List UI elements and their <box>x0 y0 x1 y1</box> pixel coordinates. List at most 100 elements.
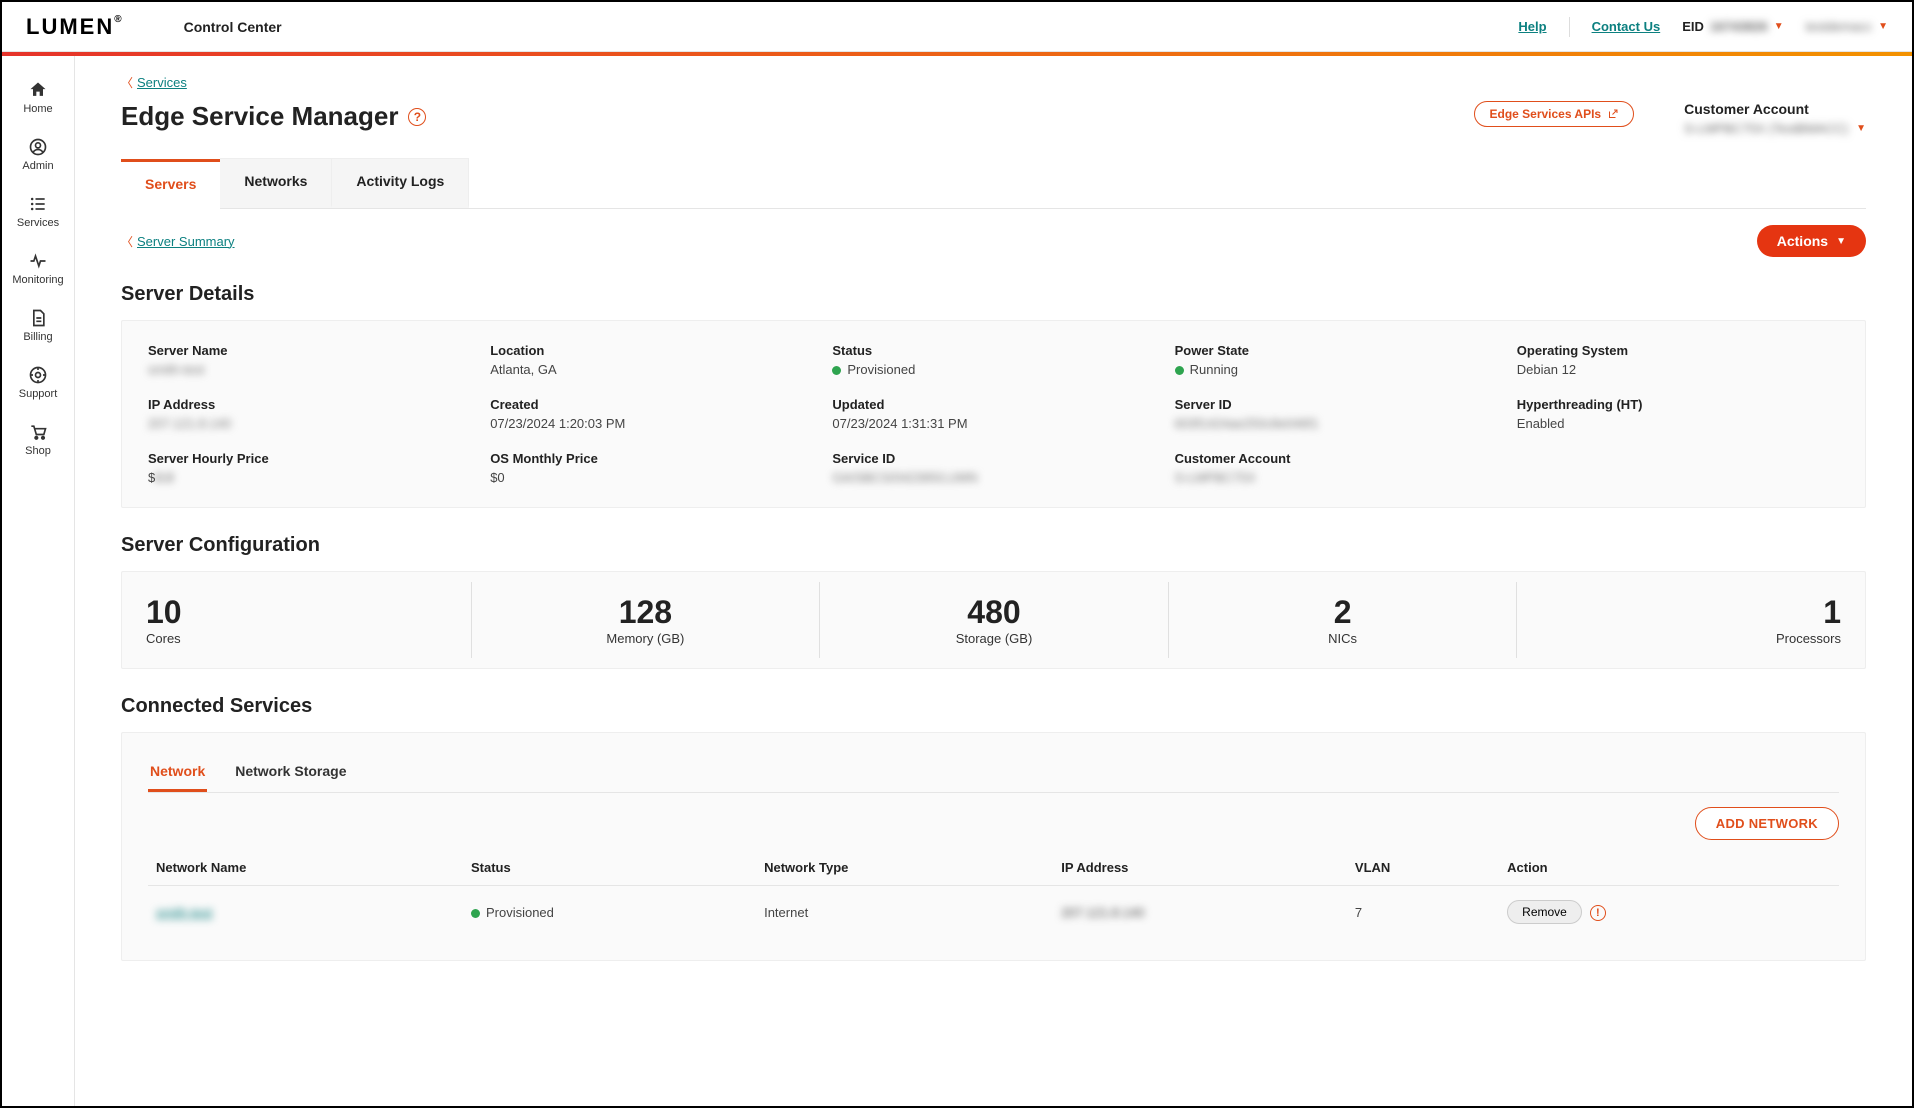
file-icon <box>28 308 48 328</box>
detail-label: OS Monthly Price <box>490 451 812 466</box>
support-icon <box>28 365 48 385</box>
sidebar-item-home[interactable]: Home <box>2 70 74 127</box>
detail-value: 603f1424ae250c8e046f1 <box>1175 416 1497 431</box>
config-cell: 128Memory (GB) <box>471 582 820 658</box>
chevron-down-icon: ▼ <box>1774 21 1784 32</box>
detail-label: Server ID <box>1175 397 1497 412</box>
status-dot-icon <box>832 366 841 375</box>
table-header: Action <box>1499 850 1839 886</box>
detail-value: 207.121.8.140 <box>148 416 470 431</box>
detail-cell: Created 07/23/2024 1:20:03 PM <box>490 397 812 431</box>
status-dot-icon <box>471 909 480 918</box>
detail-value: Enabled <box>1517 416 1839 431</box>
eid-dropdown[interactable]: EID 16743826 ▼ <box>1682 19 1783 34</box>
sidebar-item-services[interactable]: Services <box>2 184 74 241</box>
detail-cell: Server Name smith-test <box>148 343 470 377</box>
customer-account-label: Customer Account <box>1684 101 1866 117</box>
logo: LUMEN® <box>26 14 124 40</box>
detail-value: GA/SBCS/042395/LUMN <box>832 470 1154 485</box>
detail-label: Hyperthreading (HT) <box>1517 397 1839 412</box>
server-details-title: Server Details <box>121 283 1866 306</box>
detail-cell: Server ID 603f1424ae250c8e046f1 <box>1175 397 1497 431</box>
sidebar-item-support[interactable]: Support <box>2 355 74 412</box>
config-value: 480 <box>844 594 1144 631</box>
detail-value: smith-test <box>148 362 470 377</box>
table-header: IP Address <box>1053 850 1347 886</box>
detail-value: Provisioned <box>832 362 1154 377</box>
server-details-card: Server Namesmith-testLocationAtlanta, GA… <box>121 320 1866 508</box>
detail-label: Created <box>490 397 812 412</box>
detail-label: Operating System <box>1517 343 1839 358</box>
list-icon <box>28 194 48 214</box>
config-label: Storage (GB) <box>844 631 1144 646</box>
table-header: VLAN <box>1347 850 1499 886</box>
table-row: smith-testProvisionedInternet207.121.8.1… <box>148 886 1839 939</box>
config-cell: 10Cores <box>122 582 471 658</box>
tab-networks[interactable]: Networks <box>220 158 332 208</box>
detail-value: S-LMPBC75X <box>1175 470 1497 485</box>
detail-value: Running <box>1175 362 1497 377</box>
config-value: 10 <box>146 594 447 631</box>
actions-button[interactable]: Actions ▼ <box>1757 225 1866 257</box>
detail-cell: Operating SystemDebian 12 <box>1517 343 1839 377</box>
contact-link[interactable]: Contact Us <box>1592 19 1661 34</box>
add-network-button[interactable]: ADD NETWORK <box>1695 807 1839 840</box>
detail-cell: Updated07/23/2024 1:31:31 PM <box>832 397 1154 431</box>
detail-cell: StatusProvisioned <box>832 343 1154 377</box>
warning-icon[interactable]: ! <box>1590 905 1606 921</box>
customer-account-dropdown[interactable]: S-LMPBC75X (TestBMACC) ▼ <box>1684 121 1866 136</box>
user-circle-icon <box>28 137 48 157</box>
chevron-down-icon: ▼ <box>1856 123 1866 134</box>
network-table: Network NameStatusNetwork TypeIP Address… <box>148 850 1839 938</box>
status-dot-icon <box>1175 366 1184 375</box>
connected-services-card: Network Network Storage ADD NETWORK Netw… <box>121 732 1866 961</box>
detail-cell: IP Address207.121.8.140 <box>148 397 470 431</box>
config-label: Cores <box>146 631 447 646</box>
breadcrumb[interactable]: 〈 Services <box>121 74 187 91</box>
inner-tab-network[interactable]: Network <box>148 755 207 792</box>
detail-label: Service ID <box>832 451 1154 466</box>
sidebar-item-billing[interactable]: Billing <box>2 298 74 355</box>
detail-label: Power State <box>1175 343 1497 358</box>
chevron-left-icon: 〈 <box>121 233 133 250</box>
edge-apis-button[interactable]: Edge Services APIs <box>1474 101 1634 127</box>
tab-activity-logs[interactable]: Activity Logs <box>332 158 469 208</box>
table-header: Network Type <box>756 850 1053 886</box>
config-cell: 480Storage (GB) <box>819 582 1168 658</box>
chevron-left-icon: 〈 <box>121 74 133 91</box>
chevron-down-icon: ▼ <box>1836 236 1846 247</box>
config-value: 1 <box>1541 594 1841 631</box>
connected-services-title: Connected Services <box>121 695 1866 718</box>
home-icon <box>28 80 48 100</box>
config-cell: 2NICs <box>1168 582 1517 658</box>
chevron-down-icon: ▼ <box>1878 21 1888 32</box>
detail-label: Customer Account <box>1175 451 1497 466</box>
detail-value: 07/23/2024 1:20:03 PM <box>490 416 812 431</box>
sidebar-item-shop[interactable]: Shop <box>2 412 74 469</box>
user-dropdown[interactable]: testdemacc ▼ <box>1806 19 1888 34</box>
sub-breadcrumb[interactable]: 〈 Server Summary <box>121 233 235 250</box>
table-header: Status <box>463 850 756 886</box>
server-config-title: Server Configuration <box>121 534 1866 557</box>
tab-servers[interactable]: Servers <box>121 159 220 209</box>
config-label: NICs <box>1193 631 1493 646</box>
sidebar: Home Admin Services Monitoring Billing S… <box>2 56 75 1106</box>
network-name-link[interactable]: smith-test <box>156 905 212 920</box>
detail-cell: Server Hourly Price$0.0 <box>148 451 470 485</box>
config-cell: 1Processors <box>1516 582 1865 658</box>
help-link[interactable]: Help <box>1518 19 1546 34</box>
inner-tab-network-storage[interactable]: Network Storage <box>233 755 348 792</box>
detail-value: Atlanta, GA <box>490 362 812 377</box>
detail-value: $0.0 <box>148 470 470 485</box>
config-value: 128 <box>496 594 796 631</box>
detail-cell: Customer Account S-LMPBC75X <box>1175 451 1497 485</box>
detail-label: Server Name <box>148 343 470 358</box>
help-icon[interactable]: ? <box>408 108 426 126</box>
sidebar-item-monitoring[interactable]: Monitoring <box>2 241 74 298</box>
sidebar-item-admin[interactable]: Admin <box>2 127 74 184</box>
remove-button[interactable]: Remove <box>1507 900 1582 924</box>
config-value: 2 <box>1193 594 1493 631</box>
detail-cell: Power State Running <box>1175 343 1497 377</box>
activity-icon <box>28 251 48 271</box>
topbar: LUMEN® Control Center Help Contact Us EI… <box>2 2 1912 52</box>
